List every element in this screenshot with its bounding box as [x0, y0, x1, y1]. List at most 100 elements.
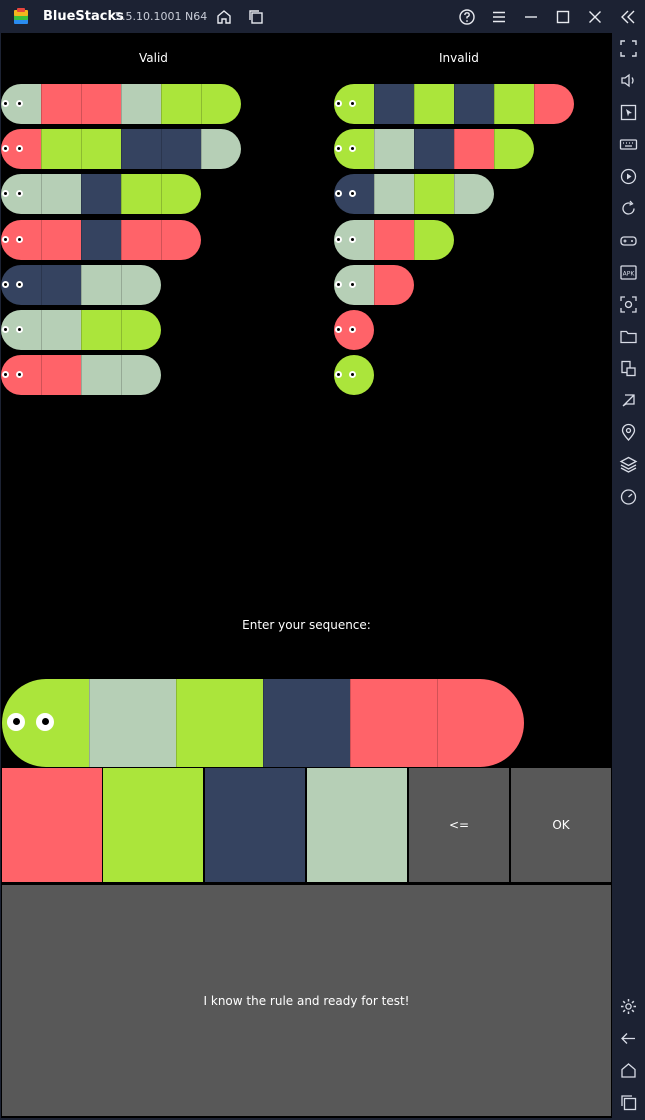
- invalid-sequence-worm: [334, 84, 574, 124]
- settings-icon[interactable]: [619, 997, 638, 1016]
- eye-icon: [335, 326, 342, 333]
- android-home-icon[interactable]: [619, 1061, 638, 1080]
- red-segment: [437, 679, 524, 767]
- sage-color-button[interactable]: [307, 768, 407, 882]
- title-bar: BlueStacks 5.5.10.1001 N64: [0, 0, 645, 33]
- home-icon[interactable]: [215, 8, 233, 26]
- performance-icon[interactable]: [619, 487, 638, 506]
- sage-segment: [201, 129, 241, 170]
- sage-segment: [454, 174, 494, 215]
- close-icon[interactable]: [586, 8, 604, 26]
- app-title: BlueStacks: [43, 9, 124, 24]
- fullscreen-icon[interactable]: [619, 39, 638, 58]
- game-screen: Valid Invalid Enter your sequence: <= OK…: [1, 33, 612, 1118]
- multi-window-icon[interactable]: [619, 359, 638, 378]
- eye-icon: [16, 235, 23, 243]
- sage-segment: [89, 679, 176, 767]
- green-segment: [41, 129, 81, 170]
- app-version: 5.5.10.1001 N64: [115, 10, 208, 23]
- back-icon[interactable]: [619, 1029, 638, 1048]
- eye-icon: [16, 326, 23, 333]
- folder-icon[interactable]: [619, 327, 638, 346]
- ready-for-test-button[interactable]: I know the rule and ready for test!: [2, 885, 611, 1116]
- maximize-icon[interactable]: [554, 8, 572, 26]
- eye-icon: [335, 235, 342, 243]
- green-segment: [414, 84, 454, 124]
- green-segment: [161, 84, 201, 124]
- sidebar: APK: [612, 33, 645, 1120]
- eye-icon: [349, 235, 356, 243]
- location-icon[interactable]: [619, 423, 638, 442]
- backspace-button[interactable]: <=: [409, 768, 509, 882]
- sequence-prompt: Enter your sequence:: [242, 618, 371, 632]
- invalid-label: Invalid: [439, 51, 479, 65]
- sage-segment: [374, 129, 414, 170]
- multi-instance-icon[interactable]: [247, 8, 265, 26]
- invalid-sequence-worm: [334, 219, 454, 260]
- green-segment: [201, 84, 241, 124]
- collapse-sidebar-icon[interactable]: [619, 8, 637, 26]
- navy-segment: [121, 129, 161, 170]
- invalid-sequence-worm: [334, 310, 374, 350]
- layers-icon[interactable]: [619, 455, 638, 474]
- sage-segment: [121, 355, 161, 396]
- green-color-button[interactable]: [103, 768, 203, 882]
- red-segment: [374, 219, 414, 260]
- input-sequence-worm: [2, 679, 524, 767]
- eye-icon: [16, 280, 23, 288]
- menu-icon[interactable]: [490, 8, 508, 26]
- screenshot-icon[interactable]: [619, 295, 638, 314]
- red-segment: [534, 84, 574, 124]
- invalid-sequence-worm: [334, 129, 534, 170]
- invalid-sequence-worm: [334, 264, 414, 305]
- volume-icon[interactable]: [619, 71, 638, 90]
- green-segment: [176, 679, 263, 767]
- eye-icon: [349, 280, 356, 288]
- eco-mode-icon[interactable]: [619, 391, 638, 410]
- green-segment: [494, 129, 534, 170]
- eye-icon: [16, 100, 23, 107]
- valid-sequence-worm: [1, 174, 201, 215]
- green-segment: [121, 310, 161, 350]
- eye-icon: [2, 280, 9, 288]
- green-segment: [81, 129, 121, 170]
- recent-apps-icon[interactable]: [619, 1093, 638, 1112]
- eye-icon: [335, 280, 342, 288]
- invalid-sequence-worm: [334, 174, 494, 215]
- navy-segment: [41, 264, 81, 305]
- red-segment: [81, 84, 121, 124]
- record-icon[interactable]: [619, 167, 638, 186]
- gamepad-icon[interactable]: [619, 231, 638, 250]
- green-segment: [414, 219, 454, 260]
- green-segment: [414, 174, 454, 215]
- red-segment: [374, 264, 414, 305]
- ok-button[interactable]: OK: [511, 768, 611, 882]
- red-segment: [41, 84, 81, 124]
- red-color-button[interactable]: [2, 768, 102, 882]
- green-segment: [161, 174, 201, 215]
- eye-icon: [2, 235, 9, 243]
- navy-segment: [81, 219, 121, 260]
- eye-icon: [349, 326, 356, 333]
- valid-sequence-worm: [1, 84, 241, 124]
- minimize-icon[interactable]: [522, 8, 540, 26]
- palette-buttons: <= OK: [1, 768, 612, 883]
- red-segment: [121, 219, 161, 260]
- valid-sequence-worm: [1, 310, 161, 350]
- navy-segment: [81, 174, 121, 215]
- help-icon[interactable]: [458, 8, 476, 26]
- valid-label: Valid: [139, 51, 168, 65]
- navy-segment: [374, 84, 414, 124]
- rotate-icon[interactable]: [619, 199, 638, 218]
- valid-sequence-worm: [1, 264, 161, 305]
- red-segment: [454, 129, 494, 170]
- apk-icon[interactable]: APK: [619, 263, 638, 282]
- sage-segment: [121, 264, 161, 305]
- keyboard-icon[interactable]: [619, 135, 638, 154]
- pointer-icon[interactable]: [619, 103, 638, 122]
- sage-segment: [374, 174, 414, 215]
- red-segment: [350, 679, 437, 767]
- navy-color-button[interactable]: [205, 768, 305, 882]
- green-segment: [121, 174, 161, 215]
- red-segment: [41, 355, 81, 396]
